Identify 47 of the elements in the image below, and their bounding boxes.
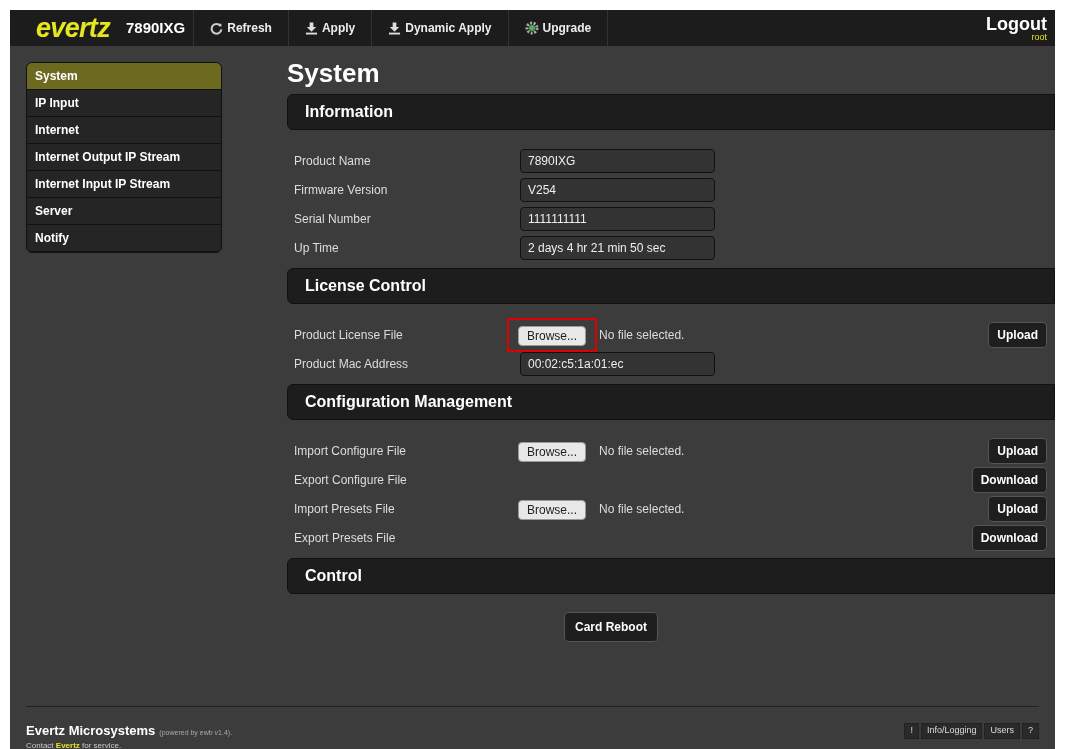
field-label: Import Configure File	[293, 442, 408, 460]
section-header: Information	[287, 94, 1055, 130]
footer-button[interactable]: ?	[1022, 723, 1039, 739]
field-label: Product Name	[293, 152, 372, 170]
upload-button[interactable]: Upload	[988, 321, 1047, 348]
company-name: Evertz Microsystems	[26, 722, 156, 740]
page-title: System	[287, 58, 381, 88]
value-field: 00:02:c5:1a:01:ec	[520, 351, 715, 376]
section-header: Configuration Management	[287, 384, 1055, 420]
footer-button[interactable]: Users	[984, 723, 1020, 739]
field-label: Product Mac Address	[293, 355, 410, 373]
field-label: Firmware Version	[293, 181, 389, 199]
upload-button[interactable]: Upload	[988, 495, 1047, 522]
file-status: No file selected.	[599, 500, 685, 518]
section-header: License Control	[287, 268, 1055, 304]
logo: evertz	[36, 14, 110, 42]
upload-button[interactable]: Upload	[988, 437, 1047, 464]
value-field: 1111111111	[520, 206, 715, 231]
field-label: Up Time	[293, 239, 340, 257]
reboot-button[interactable]: Card Reboot	[564, 612, 658, 642]
browse-button[interactable]: Browse...	[518, 499, 586, 520]
field-label: Export Presets File	[293, 529, 397, 547]
field-label: Export Configure File	[293, 471, 408, 489]
footer-button[interactable]: Info/Logging	[920, 723, 983, 739]
value-field: 2 days 4 hr 21 min 50 sec	[520, 235, 715, 260]
logout-link[interactable]: Logout	[986, 14, 1047, 33]
section-header: Control	[287, 558, 1055, 594]
value-field: 7890IXG	[520, 148, 715, 173]
browse-button[interactable]: Browse...	[518, 325, 586, 346]
sidebar-item[interactable]: System	[27, 63, 221, 90]
gear-icon	[524, 21, 539, 35]
footer-button[interactable]: !	[904, 723, 919, 739]
file-status: No file selected.	[599, 326, 685, 344]
field-label: Import Presets File	[293, 500, 396, 518]
model-name: 7890IXG	[125, 17, 187, 38]
download-button[interactable]: Download	[971, 466, 1047, 493]
file-status: No file selected.	[599, 442, 685, 460]
refresh-icon	[210, 21, 224, 35]
browse-button[interactable]: Browse...	[518, 441, 586, 462]
value-field: V254	[520, 177, 715, 202]
username: root	[1031, 32, 1047, 42]
download-icon	[304, 21, 318, 35]
field-label: Product License File	[293, 326, 404, 344]
download-button[interactable]: Download	[971, 524, 1047, 551]
contact-text: Contact Evertz for service.	[26, 740, 123, 749]
download-icon	[388, 21, 402, 35]
field-label: Serial Number	[293, 210, 372, 228]
